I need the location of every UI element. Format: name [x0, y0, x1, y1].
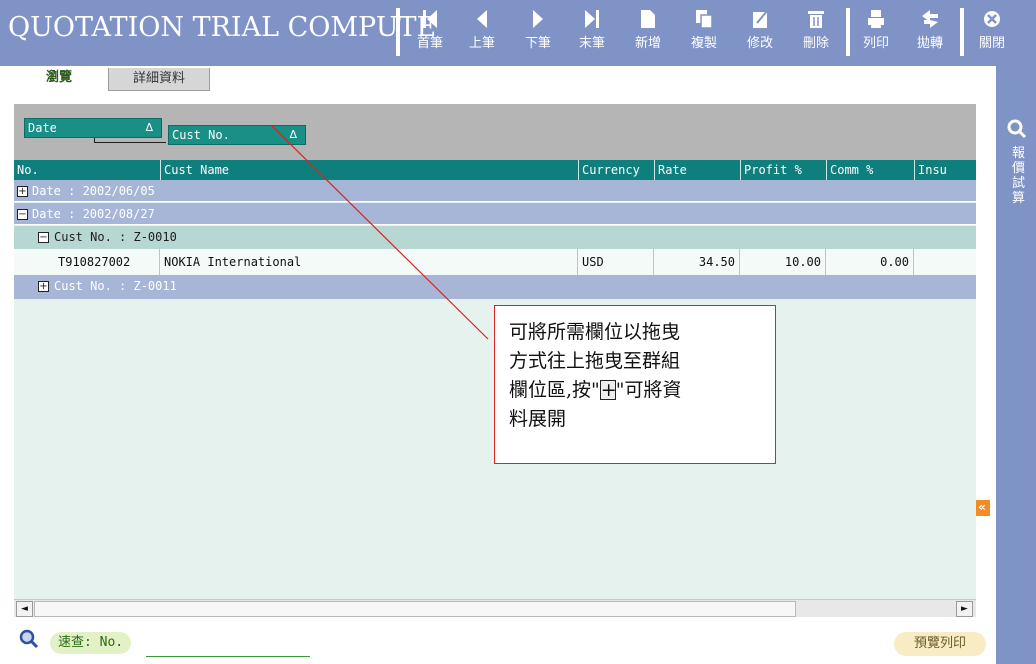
scroll-right-button[interactable]: ► [956, 601, 973, 617]
group-chip-cust-no[interactable]: Cust No. Δ [168, 125, 306, 145]
transfer-label: 拋轉 [916, 36, 943, 51]
column-header-no[interactable]: No. [14, 160, 160, 180]
toolbar-separator [960, 8, 964, 56]
print-label: 列印 [862, 36, 889, 51]
group-row-date: + Date : 2002/06/05 [14, 180, 976, 202]
print-button[interactable]: 列印 [854, 8, 898, 58]
sort-ascending-icon: Δ [145, 121, 153, 134]
app-title: QUOTATION TRIAL COMPUTE [8, 12, 437, 43]
group-row-label: Date : 2002/08/27 [32, 207, 155, 221]
cell-no: T910827002 [14, 249, 160, 275]
sort-ascending-icon: Δ [289, 128, 297, 141]
trash-icon [808, 11, 824, 28]
group-row-date: − Date : 2002/08/27 [14, 203, 976, 225]
column-header-rate[interactable]: Rate [654, 160, 740, 180]
new-label: 新增 [634, 36, 661, 51]
quick-search-input[interactable] [146, 634, 310, 657]
expand-symbol-example: + [599, 379, 617, 401]
last-record-icon [585, 10, 599, 28]
close-button[interactable]: 關閉 [970, 8, 1014, 58]
next-record-icon [533, 10, 543, 28]
delete-label: 刪除 [802, 36, 829, 51]
table-row[interactable]: T910827002 NOKIA International USD 34.50… [14, 249, 976, 275]
cell-cust-name: NOKIA International [160, 249, 578, 275]
callout-line-4: 料展開 [509, 408, 567, 430]
edit-label: 修改 [746, 36, 773, 51]
cell-profit: 10.00 [740, 249, 826, 275]
group-row-cust-no: − Cust No. : Z-0010 [14, 226, 976, 249]
group-chip-label: Cust No. [172, 128, 230, 142]
magnifier-icon[interactable] [1006, 118, 1028, 140]
callout-text: 欄位區,按" [509, 379, 600, 401]
group-by-area[interactable]: Date Δ Cust No. Δ [14, 104, 976, 160]
transfer-icon [922, 10, 938, 28]
column-header-comm[interactable]: Comm % [826, 160, 914, 180]
cell-comm: 0.00 [826, 249, 914, 275]
new-button[interactable]: 新增 [626, 8, 670, 58]
previous-record-label: 上筆 [468, 36, 495, 51]
group-row-label: Cust No. : Z-0010 [54, 230, 177, 244]
side-panel: 報價試算 [996, 66, 1036, 664]
copy-button[interactable]: 複製 [682, 8, 726, 58]
first-record-icon [423, 10, 437, 28]
column-header-insu[interactable]: Insu [914, 160, 976, 180]
column-header-cust-name[interactable]: Cust Name [160, 160, 578, 180]
cell-insu [914, 249, 976, 275]
group-row-label: Date : 2002/06/05 [32, 184, 155, 198]
first-record-label: 首筆 [416, 36, 443, 51]
expand-icon[interactable]: + [38, 281, 49, 292]
collapse-panel-button[interactable]: « [974, 500, 990, 516]
copy-icon [696, 10, 713, 29]
cell-rate: 34.50 [654, 249, 740, 275]
previous-record-icon [477, 10, 487, 28]
expand-icon[interactable]: + [17, 186, 28, 197]
group-chip-label: Date [28, 121, 57, 135]
group-chip-date[interactable]: Date Δ [24, 118, 162, 138]
callout-line-2: 方式往上拖曳至群組 [509, 350, 681, 372]
column-header-currency[interactable]: Currency [578, 160, 654, 180]
last-record-label: 末筆 [578, 36, 605, 51]
quick-search-icon[interactable] [18, 628, 40, 650]
quick-search-label: 速查: No. [50, 632, 132, 654]
copy-label: 複製 [690, 36, 717, 51]
previous-record-button[interactable]: 上筆 [460, 8, 504, 58]
horizontal-scrollbar[interactable]: ◄ ► [14, 599, 976, 617]
toolbar-separator [846, 8, 850, 56]
next-record-label: 下筆 [524, 36, 551, 51]
side-panel-title[interactable]: 報價試算 [1012, 146, 1028, 206]
toolbar: QUOTATION TRIAL COMPUTE 首筆 上筆 下筆 末筆 新增 複… [0, 0, 1036, 66]
close-icon [984, 11, 1000, 27]
callout-line-3: 欄位區,按"+"可將資 [509, 376, 775, 405]
tab-detail[interactable]: 詳細資料 [108, 68, 210, 91]
instruction-callout: 可將所需欄位以拖曳 方式往上拖曳至群組 欄位區,按"+"可將資 料展開 [494, 305, 776, 464]
edit-button[interactable]: 修改 [738, 8, 782, 58]
print-preview-button[interactable]: 預覽列印 [894, 632, 986, 656]
callout-text: "可將資 [615, 379, 682, 401]
column-header-profit[interactable]: Profit % [740, 160, 826, 180]
collapse-icon[interactable]: − [17, 209, 28, 220]
last-record-button[interactable]: 末筆 [570, 8, 614, 58]
callout-line-1: 可將所需欄位以拖曳 [509, 321, 681, 343]
printer-icon [868, 10, 884, 28]
transfer-button[interactable]: 拋轉 [908, 8, 952, 58]
scroll-left-button[interactable]: ◄ [16, 601, 33, 617]
collapse-icon[interactable]: − [38, 232, 49, 243]
first-record-button[interactable]: 首筆 [408, 8, 452, 58]
tab-browse[interactable]: 瀏覽 [14, 66, 104, 92]
close-label: 關閉 [978, 36, 1005, 51]
edit-icon [753, 10, 768, 28]
cell-currency: USD [578, 249, 654, 275]
group-row-cust-no: + Cust No. : Z-0011 [14, 275, 976, 299]
new-document-icon [641, 10, 655, 28]
toolbar-separator [396, 8, 400, 56]
group-row-label: Cust No. : Z-0011 [54, 279, 177, 293]
scrollbar-thumb[interactable] [34, 601, 796, 617]
delete-button[interactable]: 刪除 [794, 8, 838, 58]
next-record-button[interactable]: 下筆 [516, 8, 560, 58]
column-header-row: No. Cust Name Currency Rate Profit % Com… [14, 160, 976, 180]
